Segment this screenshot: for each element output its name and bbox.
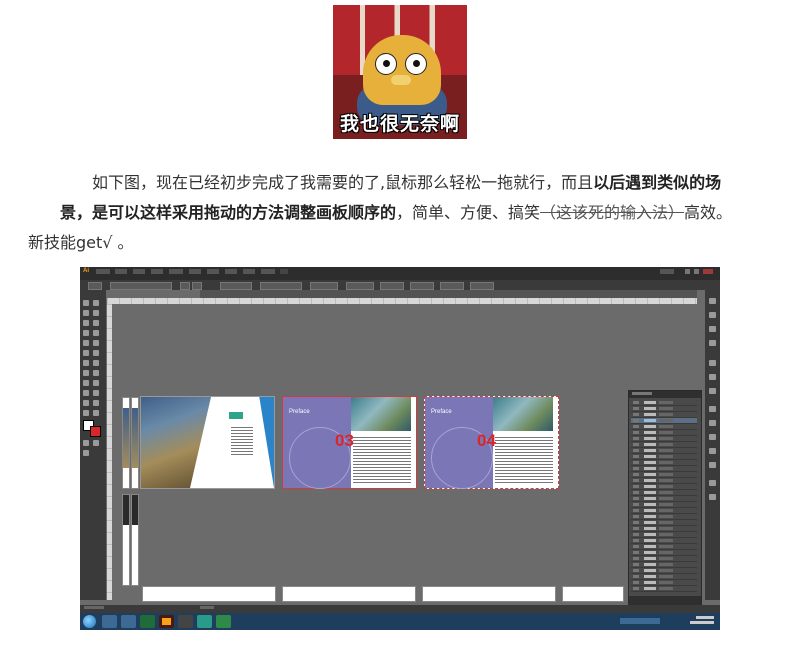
menu-bar: Ai xyxy=(80,267,720,280)
artboard-row-item[interactable] xyxy=(142,586,276,602)
tools-panel xyxy=(80,290,106,600)
illustrator-icon[interactable] xyxy=(159,615,174,628)
stroke-swatch[interactable] xyxy=(90,426,101,437)
illustrator-screenshot: Ai Preface 03 Preface 04 xyxy=(80,267,720,630)
app-icon[interactable] xyxy=(178,615,193,628)
document-tab[interactable] xyxy=(107,290,200,298)
artboard-number: 03 xyxy=(335,431,354,450)
system-clock[interactable] xyxy=(690,616,714,624)
windows-taskbar xyxy=(80,613,720,630)
text-segment: 高效。 xyxy=(684,203,733,222)
strike-segment: （这该死的输入法） xyxy=(540,203,685,222)
artboard-title: Preface xyxy=(431,409,452,415)
artboard-04[interactable]: Preface 04 xyxy=(424,396,559,489)
artboard-strip[interactable] xyxy=(122,494,130,586)
artboard-03[interactable]: Preface 03 xyxy=(282,396,417,489)
app-icon[interactable] xyxy=(216,615,231,628)
app-icon[interactable] xyxy=(197,615,212,628)
artboard-title: Preface xyxy=(289,409,310,415)
panel-dock xyxy=(705,290,720,600)
article-paragraph: 如下图，现在已经初步完成了我需要的了,鼠标那么轻松一拖就行，而且以后遇到类似的场… xyxy=(28,168,750,258)
start-icon[interactable] xyxy=(83,615,96,628)
explorer-icon[interactable] xyxy=(102,615,117,628)
artboard-row-item[interactable] xyxy=(562,586,624,602)
artboard-number: 04 xyxy=(477,431,496,450)
artboard-row-item[interactable] xyxy=(422,586,556,602)
text-segment: 新技能get√ 。 xyxy=(28,233,134,252)
artboard-strip[interactable] xyxy=(122,397,130,489)
text-segment: 如下图，现在已经初步完成了我需要的了,鼠标那么轻松一拖就行，而且 xyxy=(92,173,594,192)
artboard-strip[interactable] xyxy=(131,494,139,586)
ai-logo: Ai xyxy=(83,268,89,274)
artboard-row-item[interactable] xyxy=(282,586,416,602)
control-bar xyxy=(80,280,720,290)
artboard-02[interactable] xyxy=(140,396,275,489)
status-bar xyxy=(80,605,720,613)
document-tabs xyxy=(107,290,697,298)
app-icon[interactable] xyxy=(140,615,155,628)
text-segment: ，简单、方便、搞笑 xyxy=(396,203,541,222)
meme-image: 我也很无奈啊 xyxy=(333,5,467,139)
meme-caption: 我也很无奈啊 xyxy=(339,113,460,135)
artboards-panel xyxy=(628,390,702,607)
canvas[interactable]: Preface 03 Preface 04 xyxy=(112,304,705,602)
artboard-strip[interactable] xyxy=(131,397,139,489)
folder-icon[interactable] xyxy=(121,615,136,628)
